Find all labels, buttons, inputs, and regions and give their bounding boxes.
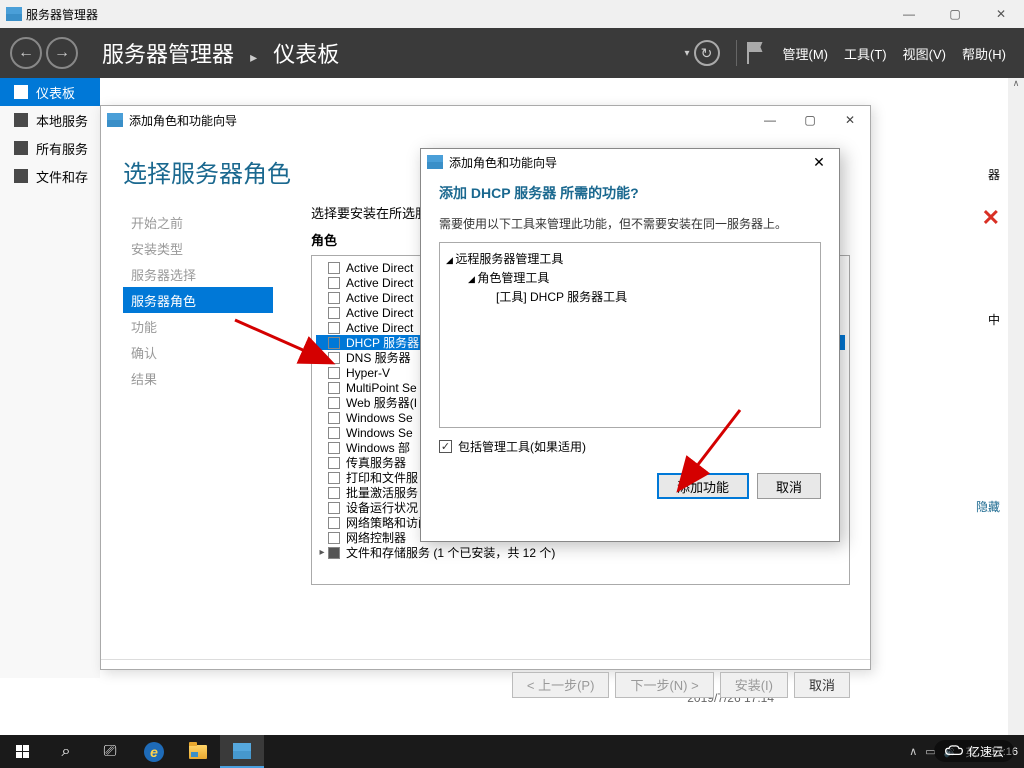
back-button[interactable]: ←	[10, 37, 42, 69]
tree-item-remote[interactable]: 远程服务器管理工具	[446, 249, 814, 268]
window-title: 服务器管理器	[26, 6, 98, 23]
role-checkbox[interactable]	[328, 322, 340, 334]
wizard-step-4: 功能	[123, 313, 291, 339]
app-icon	[6, 7, 22, 21]
watermark-text: 亿速云	[968, 743, 1004, 760]
wizard-titlebar: 添加角色和功能向导 — ▢ ✕	[101, 106, 870, 134]
checkbox-icon[interactable]	[439, 440, 452, 453]
wizard-footer: < 上一步(P) 下一步(N) > 安装(I) 取消	[101, 659, 870, 709]
refresh-button[interactable]: ↻	[694, 40, 720, 66]
role-checkbox[interactable]	[328, 457, 340, 469]
hide-link[interactable]: 隐藏	[867, 498, 1000, 515]
wizard-step-3[interactable]: 服务器角色	[123, 287, 273, 313]
role-checkbox[interactable]	[328, 307, 340, 319]
watermark-logo: 亿速云	[934, 740, 1014, 762]
notifications-flag-icon[interactable]	[747, 42, 765, 64]
prev-button[interactable]: < 上一步(P)	[512, 672, 610, 698]
role-checkbox[interactable]	[328, 502, 340, 514]
ie-button[interactable]: e	[132, 735, 176, 768]
wizard-maximize-button[interactable]: ▢	[790, 107, 830, 133]
wizard-title: 添加角色和功能向导	[129, 112, 237, 129]
role-checkbox[interactable]	[328, 532, 340, 544]
wizard-close-button[interactable]: ✕	[830, 107, 870, 133]
menu-tools[interactable]: 工具(T)	[844, 44, 887, 63]
breadcrumb: 服务器管理器 ▸ 仪表板	[102, 37, 339, 69]
titlebar: 服务器管理器 — ▢ ✕	[0, 0, 1024, 28]
role-item[interactable]: ▸文件和存储服务 (1 个已安装，共 12 个)	[316, 545, 845, 560]
chevron-right-icon: ▸	[250, 49, 257, 65]
header-bar: ← → 服务器管理器 ▸ 仪表板 ▾ ↻ 管理(M) 工具(T) 视图(V) 帮…	[0, 28, 1024, 78]
panel-text-1: 器	[867, 166, 1000, 183]
dialog-icon	[427, 155, 443, 169]
sidebar-item-all[interactable]: 所有服务	[0, 134, 100, 162]
role-checkbox[interactable]	[328, 337, 340, 349]
menu-manage[interactable]: 管理(M)	[783, 44, 829, 63]
sidebar-item-dashboard[interactable]: 仪表板	[0, 78, 100, 106]
main-sidebar: 仪表板 本地服务 所有服务 文件和存	[0, 78, 100, 678]
role-checkbox[interactable]	[328, 397, 340, 409]
wizard-icon	[107, 113, 123, 127]
tree-item-dhcp-tools[interactable]: [工具] DHCP 服务器工具	[446, 287, 814, 306]
dialog-footer: 添加功能 取消	[421, 465, 839, 507]
menu-help[interactable]: 帮助(H)	[962, 44, 1006, 63]
start-button[interactable]	[0, 735, 44, 768]
next-button[interactable]: 下一步(N) >	[615, 672, 713, 698]
add-features-dialog: 添加角色和功能向导 ✕ 添加 DHCP 服务器 所需的功能? 需要使用以下工具来…	[420, 148, 840, 542]
add-features-button[interactable]: 添加功能	[657, 473, 749, 499]
breadcrumb-current: 仪表板	[273, 42, 339, 67]
wizard-step-5: 确认	[123, 339, 291, 365]
dialog-text: 需要使用以下工具来管理此功能，但不需要安装在同一服务器上。	[421, 211, 839, 242]
taskbar: ⌕ ⎚ e ∧ ▭ 🔉 英 17:16	[0, 735, 1024, 768]
explorer-button[interactable]	[176, 735, 220, 768]
panel-text-2: 中	[867, 311, 1000, 328]
maximize-button[interactable]: ▢	[932, 0, 978, 28]
role-checkbox[interactable]	[328, 487, 340, 499]
scrollbar[interactable]	[1008, 78, 1024, 735]
dialog-close-button[interactable]: ✕	[799, 150, 839, 174]
wizard-step-6: 结果	[123, 365, 291, 391]
sidebar-item-local[interactable]: 本地服务	[0, 106, 100, 134]
wizard-step-0[interactable]: 开始之前	[123, 209, 291, 235]
error-x-icon: ✕	[867, 205, 1000, 231]
dialog-cancel-button[interactable]: 取消	[757, 473, 821, 499]
dialog-titlebar: 添加角色和功能向导 ✕	[421, 149, 839, 175]
role-checkbox[interactable]	[328, 412, 340, 424]
server-manager-taskbar-button[interactable]	[220, 735, 264, 768]
wizard-steps: 开始之前安装类型服务器选择服务器角色功能确认结果	[101, 199, 291, 659]
role-checkbox[interactable]	[328, 277, 340, 289]
role-checkbox[interactable]	[328, 427, 340, 439]
role-checkbox[interactable]	[328, 517, 340, 529]
role-checkbox[interactable]	[328, 547, 340, 559]
tray-up-icon[interactable]: ∧	[909, 745, 917, 758]
role-checkbox[interactable]	[328, 367, 340, 379]
breadcrumb-root[interactable]: 服务器管理器	[102, 42, 234, 67]
role-checkbox[interactable]	[328, 262, 340, 274]
close-button[interactable]: ✕	[978, 0, 1024, 28]
wizard-step-1[interactable]: 安装类型	[123, 235, 291, 261]
role-checkbox[interactable]	[328, 292, 340, 304]
cancel-button[interactable]: 取消	[794, 672, 850, 698]
dialog-heading: 添加 DHCP 服务器 所需的功能?	[421, 175, 839, 211]
search-button[interactable]: ⌕	[44, 735, 88, 768]
right-info-panel: 器 ✕ 中 隐藏	[861, 160, 1006, 400]
forward-button[interactable]: →	[46, 37, 78, 69]
role-checkbox[interactable]	[328, 442, 340, 454]
refresh-chevron-icon[interactable]: ▾	[684, 48, 689, 59]
wizard-minimize-button[interactable]: —	[750, 107, 790, 133]
role-checkbox[interactable]	[328, 352, 340, 364]
include-tools-checkbox[interactable]: 包括管理工具(如果适用)	[421, 428, 839, 465]
minimize-button[interactable]: —	[886, 0, 932, 28]
menu-view[interactable]: 视图(V)	[903, 44, 946, 63]
include-tools-label: 包括管理工具(如果适用)	[458, 438, 586, 455]
wizard-step-2[interactable]: 服务器选择	[123, 261, 291, 287]
install-button: 安装(I)	[720, 672, 788, 698]
tree-item-role-tools[interactable]: 角色管理工具	[446, 268, 814, 287]
task-view-button[interactable]: ⎚	[88, 735, 132, 768]
sidebar-item-file[interactable]: 文件和存	[0, 162, 100, 190]
role-checkbox[interactable]	[328, 472, 340, 484]
role-checkbox[interactable]	[328, 382, 340, 394]
features-tree[interactable]: 远程服务器管理工具 角色管理工具 [工具] DHCP 服务器工具	[439, 242, 821, 428]
dialog-title: 添加角色和功能向导	[449, 154, 557, 171]
